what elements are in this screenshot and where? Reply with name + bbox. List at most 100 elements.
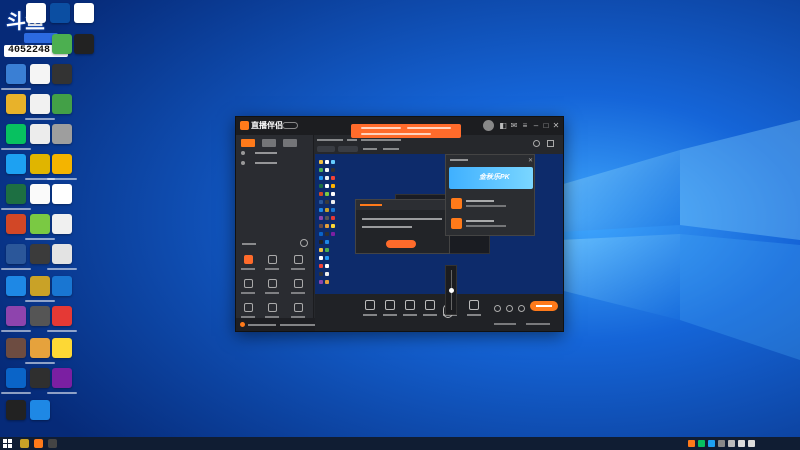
tool-data[interactable] [294, 279, 303, 288]
volume-icon[interactable] [748, 440, 755, 447]
desktop-icon[interactable] [74, 34, 94, 54]
visibility-icon[interactable] [241, 151, 245, 155]
desktop-icon[interactable] [52, 368, 72, 388]
preview-toggle-icon[interactable] [506, 305, 513, 312]
desktop-icon[interactable] [6, 306, 26, 326]
minimize-icon[interactable]: – [532, 122, 540, 130]
desktop-icon[interactable] [52, 306, 72, 326]
desktop-icon[interactable] [6, 244, 26, 264]
notice-banner[interactable] [351, 124, 461, 138]
network-icon[interactable] [738, 440, 745, 447]
desktop-icon[interactable] [6, 368, 26, 388]
desktop-icon[interactable] [52, 214, 72, 234]
desktop-icon[interactable] [30, 154, 50, 174]
skin-icon[interactable]: ◧ [499, 122, 507, 130]
start-live-button[interactable] [530, 301, 558, 311]
scene-item[interactable] [241, 149, 301, 157]
tool-gift-effects[interactable] [268, 255, 277, 264]
scene-item-label [255, 152, 277, 154]
visibility-icon[interactable] [241, 161, 245, 165]
tray-icon[interactable] [698, 440, 705, 447]
menu-icon[interactable]: ≡ [521, 122, 529, 130]
camera-button[interactable] [381, 300, 399, 324]
taskbar-app-icon[interactable] [34, 439, 43, 448]
tray-icon[interactable] [728, 440, 735, 447]
tab-layout[interactable] [283, 139, 297, 147]
tool-live-assistant[interactable] [244, 255, 253, 264]
maximize-icon[interactable]: □ [542, 122, 550, 130]
desktop-icon[interactable] [50, 3, 70, 23]
quality-chip[interactable] [317, 146, 335, 152]
desktop-icon[interactable] [30, 244, 50, 264]
record-icon[interactable] [494, 305, 501, 312]
text-icon [425, 300, 435, 310]
scene-sidebar [236, 135, 314, 331]
activity-popup[interactable]: ✕ 金秋乐PK [445, 154, 535, 236]
desktop-icon[interactable] [52, 244, 72, 264]
desktop-icon[interactable] [6, 214, 26, 234]
tool-vote[interactable] [268, 279, 277, 288]
tray-icon[interactable] [718, 440, 725, 447]
settings-icon[interactable] [518, 305, 525, 312]
desktop-icon[interactable] [30, 64, 50, 84]
desktop-icon[interactable] [6, 94, 26, 114]
message-icon[interactable]: ✉ [510, 122, 518, 130]
speaker-button[interactable] [465, 300, 483, 324]
desktop-icon[interactable] [30, 214, 50, 234]
desktop-icon[interactable] [30, 124, 50, 144]
desktop-icon[interactable] [6, 184, 26, 204]
popup-banner[interactable]: 金秋乐PK [449, 167, 533, 189]
desktop-icon[interactable] [30, 368, 50, 388]
desktop-icon[interactable] [6, 276, 26, 296]
taskbar-app-icon[interactable] [48, 439, 57, 448]
close-icon[interactable]: ✕ [552, 122, 560, 130]
tool-lottery[interactable] [244, 279, 253, 288]
desktop-icon[interactable] [52, 34, 72, 54]
tab-scene[interactable] [241, 139, 255, 147]
desktop-icon[interactable] [52, 94, 72, 114]
desktop-icon[interactable] [30, 306, 50, 326]
window-capture-button[interactable] [401, 300, 419, 324]
desktop-icon[interactable] [52, 276, 72, 296]
desktop-icon[interactable] [30, 94, 50, 114]
settings-icon[interactable] [533, 140, 540, 147]
share-icon[interactable] [547, 140, 554, 147]
desktop-icon[interactable] [52, 184, 72, 204]
desktop-icon[interactable] [52, 124, 72, 144]
desktop-icon[interactable] [6, 338, 26, 358]
desktop-icon[interactable] [52, 64, 72, 84]
desktop-icon[interactable] [30, 338, 50, 358]
start-button[interactable] [3, 439, 12, 448]
avatar-icon[interactable] [483, 120, 494, 131]
desktop-icon[interactable] [6, 400, 26, 420]
scene-item[interactable] [241, 159, 301, 167]
desktop-icon[interactable] [30, 400, 50, 420]
tool-room-manage[interactable] [294, 255, 303, 264]
desktop-icon[interactable] [26, 3, 46, 23]
resolution-chip[interactable] [338, 146, 358, 152]
taskbar-clock[interactable] [760, 438, 798, 450]
taskbar-app-icon[interactable] [20, 439, 29, 448]
activity-item[interactable] [449, 215, 533, 233]
tool-recording[interactable] [244, 303, 253, 312]
desktop-icon[interactable] [30, 276, 50, 296]
desktop-icon[interactable] [6, 124, 26, 144]
desktop-icon[interactable] [52, 338, 72, 358]
popup-close-icon[interactable]: ✕ [528, 157, 533, 164]
volume-slider[interactable] [445, 265, 457, 315]
tray-icon[interactable] [688, 440, 695, 447]
volume-knob[interactable] [449, 288, 454, 293]
desktop-icon[interactable] [6, 64, 26, 84]
desktop-icon[interactable] [6, 154, 26, 174]
desktop-icon[interactable] [52, 154, 72, 174]
desktop-icon[interactable] [74, 3, 94, 23]
screen-capture-button[interactable] [361, 300, 379, 324]
tool-music[interactable] [268, 303, 277, 312]
text-button[interactable] [421, 300, 439, 324]
toolbox-settings-icon[interactable] [300, 239, 308, 247]
tool-pk[interactable] [294, 303, 303, 312]
desktop-icon[interactable] [30, 184, 50, 204]
tray-icon[interactable] [708, 440, 715, 447]
activity-item[interactable] [449, 195, 533, 213]
tab-material[interactable] [262, 139, 276, 147]
